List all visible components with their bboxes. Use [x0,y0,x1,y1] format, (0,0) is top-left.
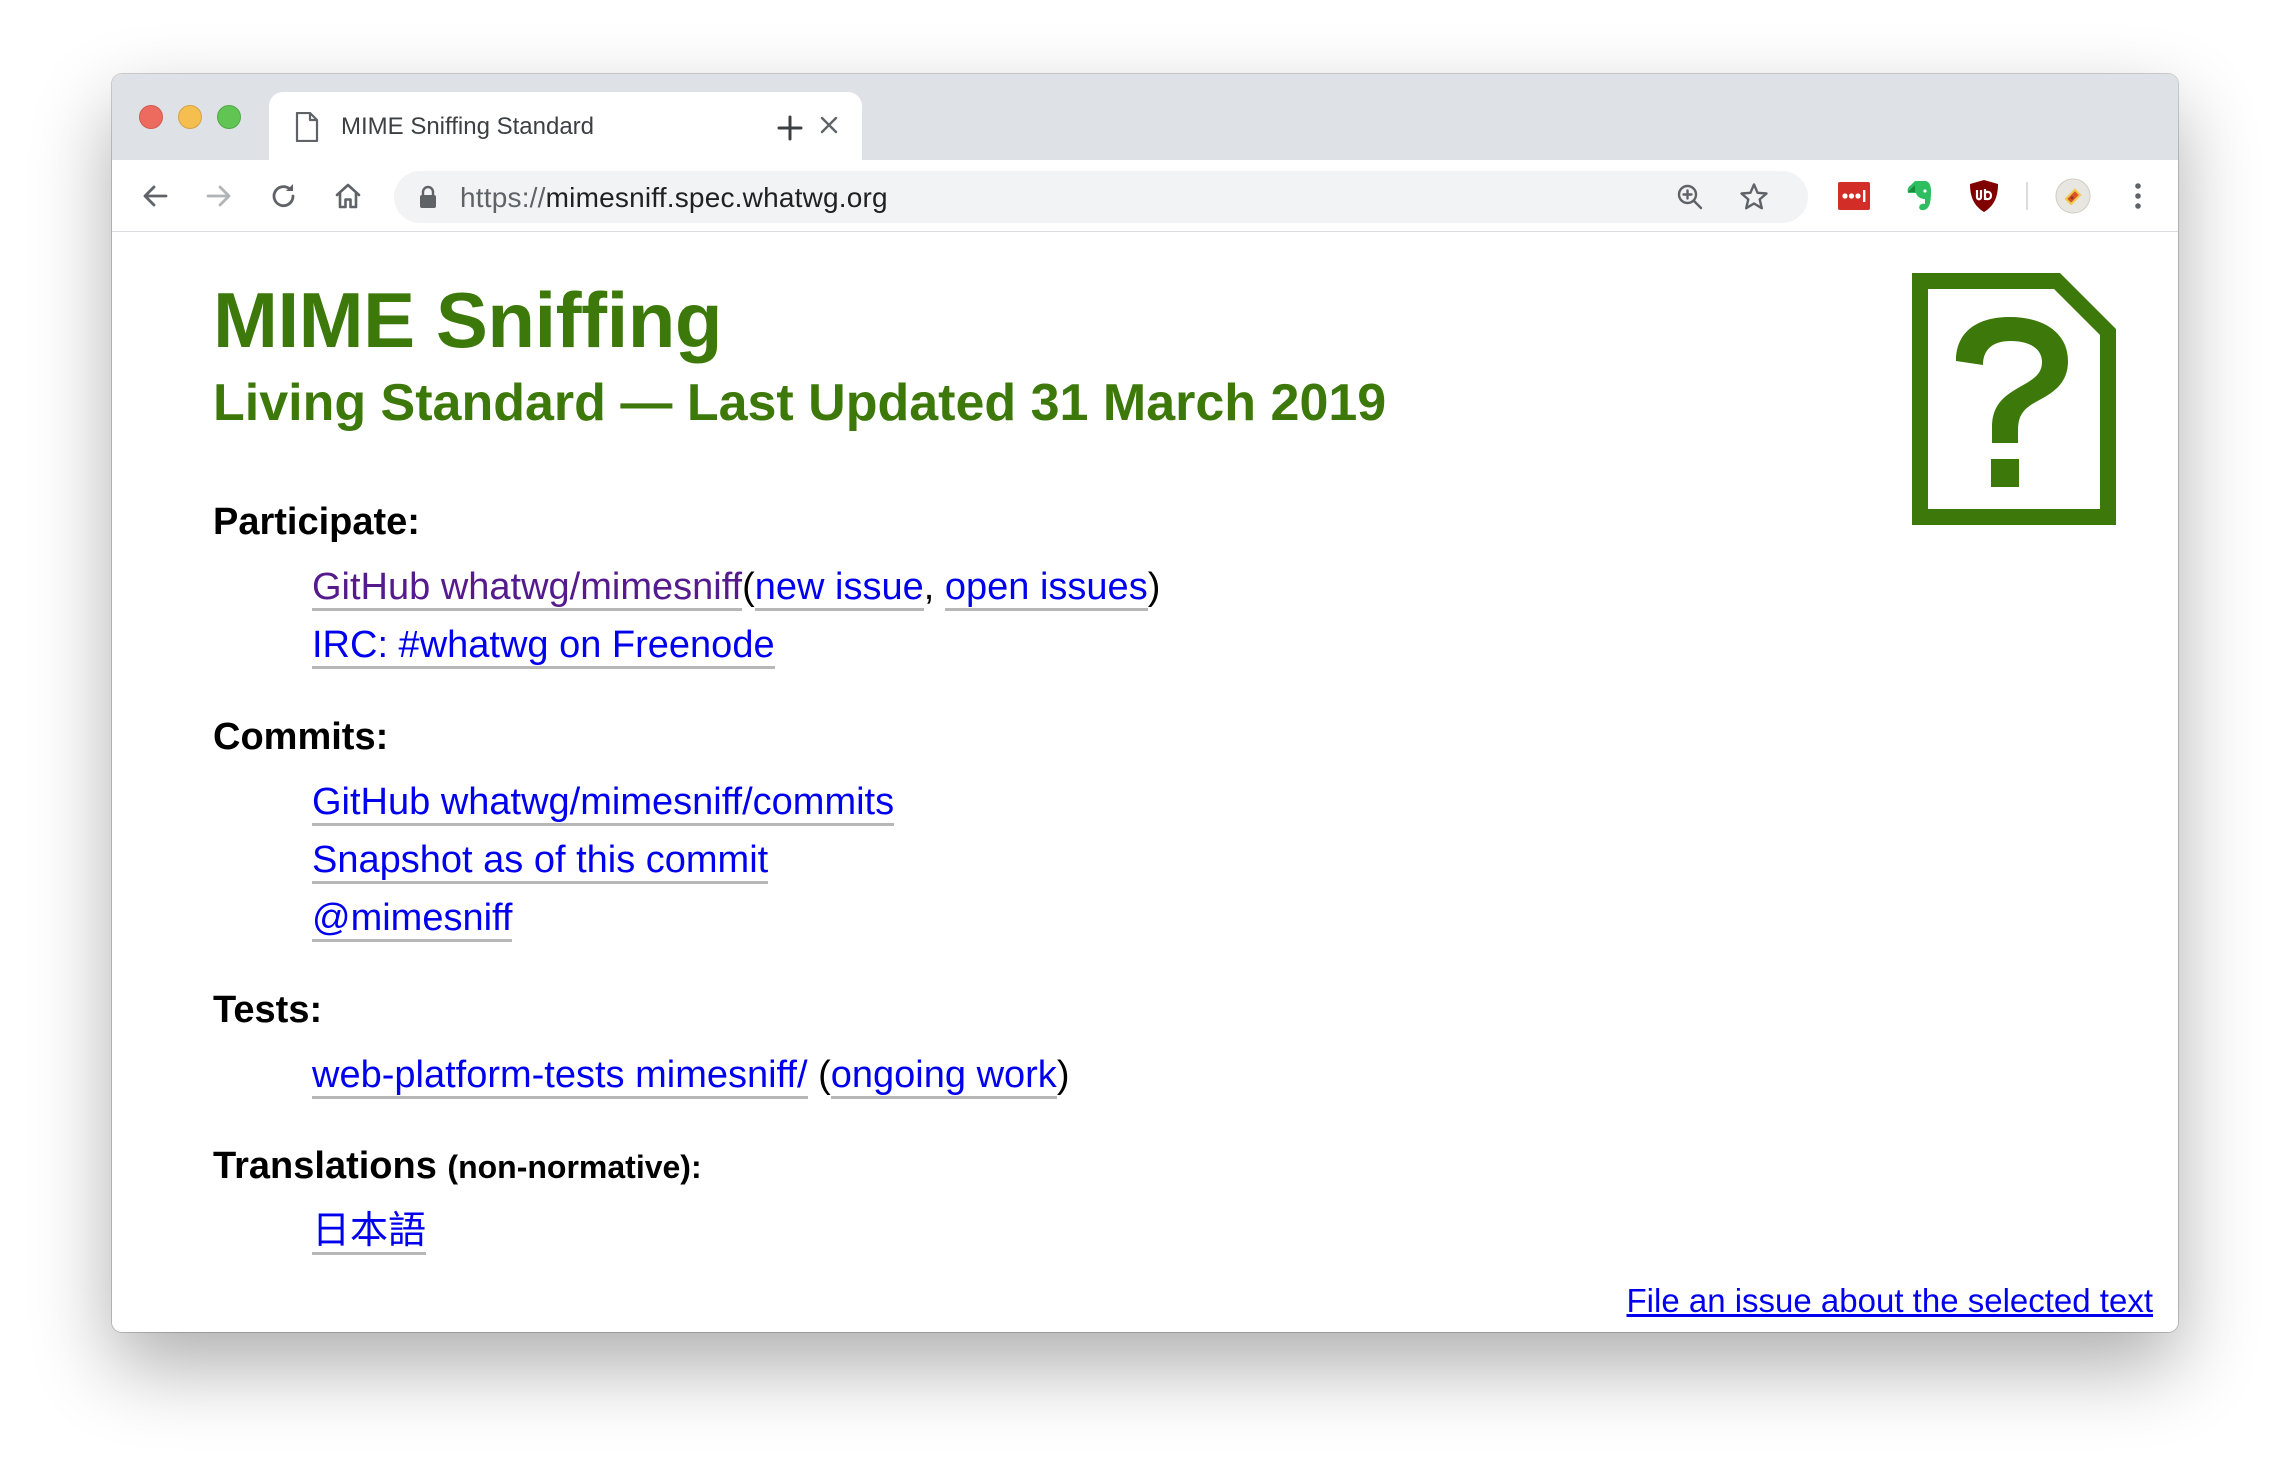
document-icon [295,112,319,142]
page-content: MIME Sniffing Living Standard — Last Upd… [112,233,2178,1332]
address-bar[interactable]: https://mimesniff.spec.whatwg.org [394,171,1808,223]
participate-heading: Participate: [213,501,420,543]
ublock-shield-icon [1970,180,1998,212]
profile-avatar-button[interactable] [2055,178,2091,214]
toolbar-divider [2026,182,2028,210]
reload-button[interactable] [261,173,307,219]
commits-heading: Commits: [213,716,389,758]
translations-label: Translations [213,1145,437,1187]
zoom-button[interactable] [1672,179,1708,215]
minimize-window-button[interactable] [178,105,202,129]
github-repo-link[interactable]: GitHub whatwg/mimesniff [312,566,743,611]
non-normative-label: (non-normative): [447,1149,702,1185]
arrow-right-icon [206,185,231,207]
open-issues-link[interactable]: open issues [944,566,1148,611]
avatar-icon [2055,178,2091,214]
home-button[interactable] [325,173,371,219]
browser-window: MIME Sniffing Standard https://mimesniff… [112,74,2178,1332]
page-title: MIME Sniffing [213,276,723,364]
url-host: mimesniff.spec.whatwg.org [545,182,888,213]
url-text: https://mimesniff.spec.whatwg.org [460,182,888,214]
lastpass-extension-button[interactable] [1836,178,1872,214]
comma-separator: , [923,566,945,608]
toolbar: https://mimesniff.spec.whatwg.org [112,160,2178,232]
irc-link[interactable]: IRC: #whatwg on Freenode [312,624,775,669]
evernote-icon [1907,181,1931,211]
zoom-in-icon [1677,184,1703,210]
new-issue-link[interactable]: new issue [754,566,924,611]
tests-heading: Tests: [213,989,323,1031]
bookmark-button[interactable] [1736,179,1772,215]
whatwg-mimesniff-logo [1912,273,2116,525]
close-tab-button[interactable] [814,110,844,140]
chrome-menu-button[interactable] [2120,178,2156,214]
lastpass-icon [1838,182,1870,210]
reload-icon [272,184,295,208]
url-scheme: https:// [460,182,546,213]
star-icon [1740,183,1768,210]
commits-snapshot-line: Snapshot as of this commit [312,839,769,884]
ongoing-work-link[interactable]: ongoing work [830,1054,1057,1099]
back-button[interactable] [132,173,178,219]
participate-irc-line: IRC: #whatwg on Freenode [312,624,775,669]
file-issue-link[interactable]: File an issue about the selected text [1627,1282,2154,1320]
commits-twitter-line: @mimesniff [312,897,513,942]
tab-title: MIME Sniffing Standard [341,113,595,140]
lock-icon [420,185,436,208]
tab-strip: MIME Sniffing Standard [112,74,2178,160]
page-subtitle: Living Standard — Last Updated 31 March … [213,374,1387,432]
translations-heading: Translations (non-normative): [213,1145,702,1188]
close-icon [820,116,838,134]
open-paren: ( [742,566,755,608]
wpt-link[interactable]: web-platform-tests mimesniff/ [312,1054,808,1099]
translations-line: 日本語 [312,1210,427,1255]
maximize-window-button[interactable] [217,105,241,129]
forward-button[interactable] [196,173,242,219]
japanese-translation-link[interactable]: 日本語 [312,1210,427,1255]
new-tab-button[interactable] [772,110,808,146]
arrow-left-icon [143,185,168,207]
snapshot-link[interactable]: Snapshot as of this commit [312,839,769,884]
participate-github-line: GitHub whatwg/mimesniff(new issue, open … [312,566,1161,611]
plus-icon [777,115,803,141]
close-window-button[interactable] [139,105,163,129]
home-icon [335,183,361,209]
ublock-extension-button[interactable] [1966,178,2002,214]
evernote-extension-button[interactable] [1901,178,1937,214]
tests-line: web-platform-tests mimesniff/ (ongoing w… [312,1054,1070,1099]
tests-open-paren: ( [807,1054,831,1096]
commits-github-line: GitHub whatwg/mimesniff/commits [312,781,895,826]
twitter-link[interactable]: @mimesniff [312,897,513,942]
more-vertical-icon [2135,183,2141,209]
tests-close-paren: ) [1056,1054,1070,1096]
close-paren: ) [1147,566,1161,608]
github-commits-link[interactable]: GitHub whatwg/mimesniff/commits [312,781,895,826]
